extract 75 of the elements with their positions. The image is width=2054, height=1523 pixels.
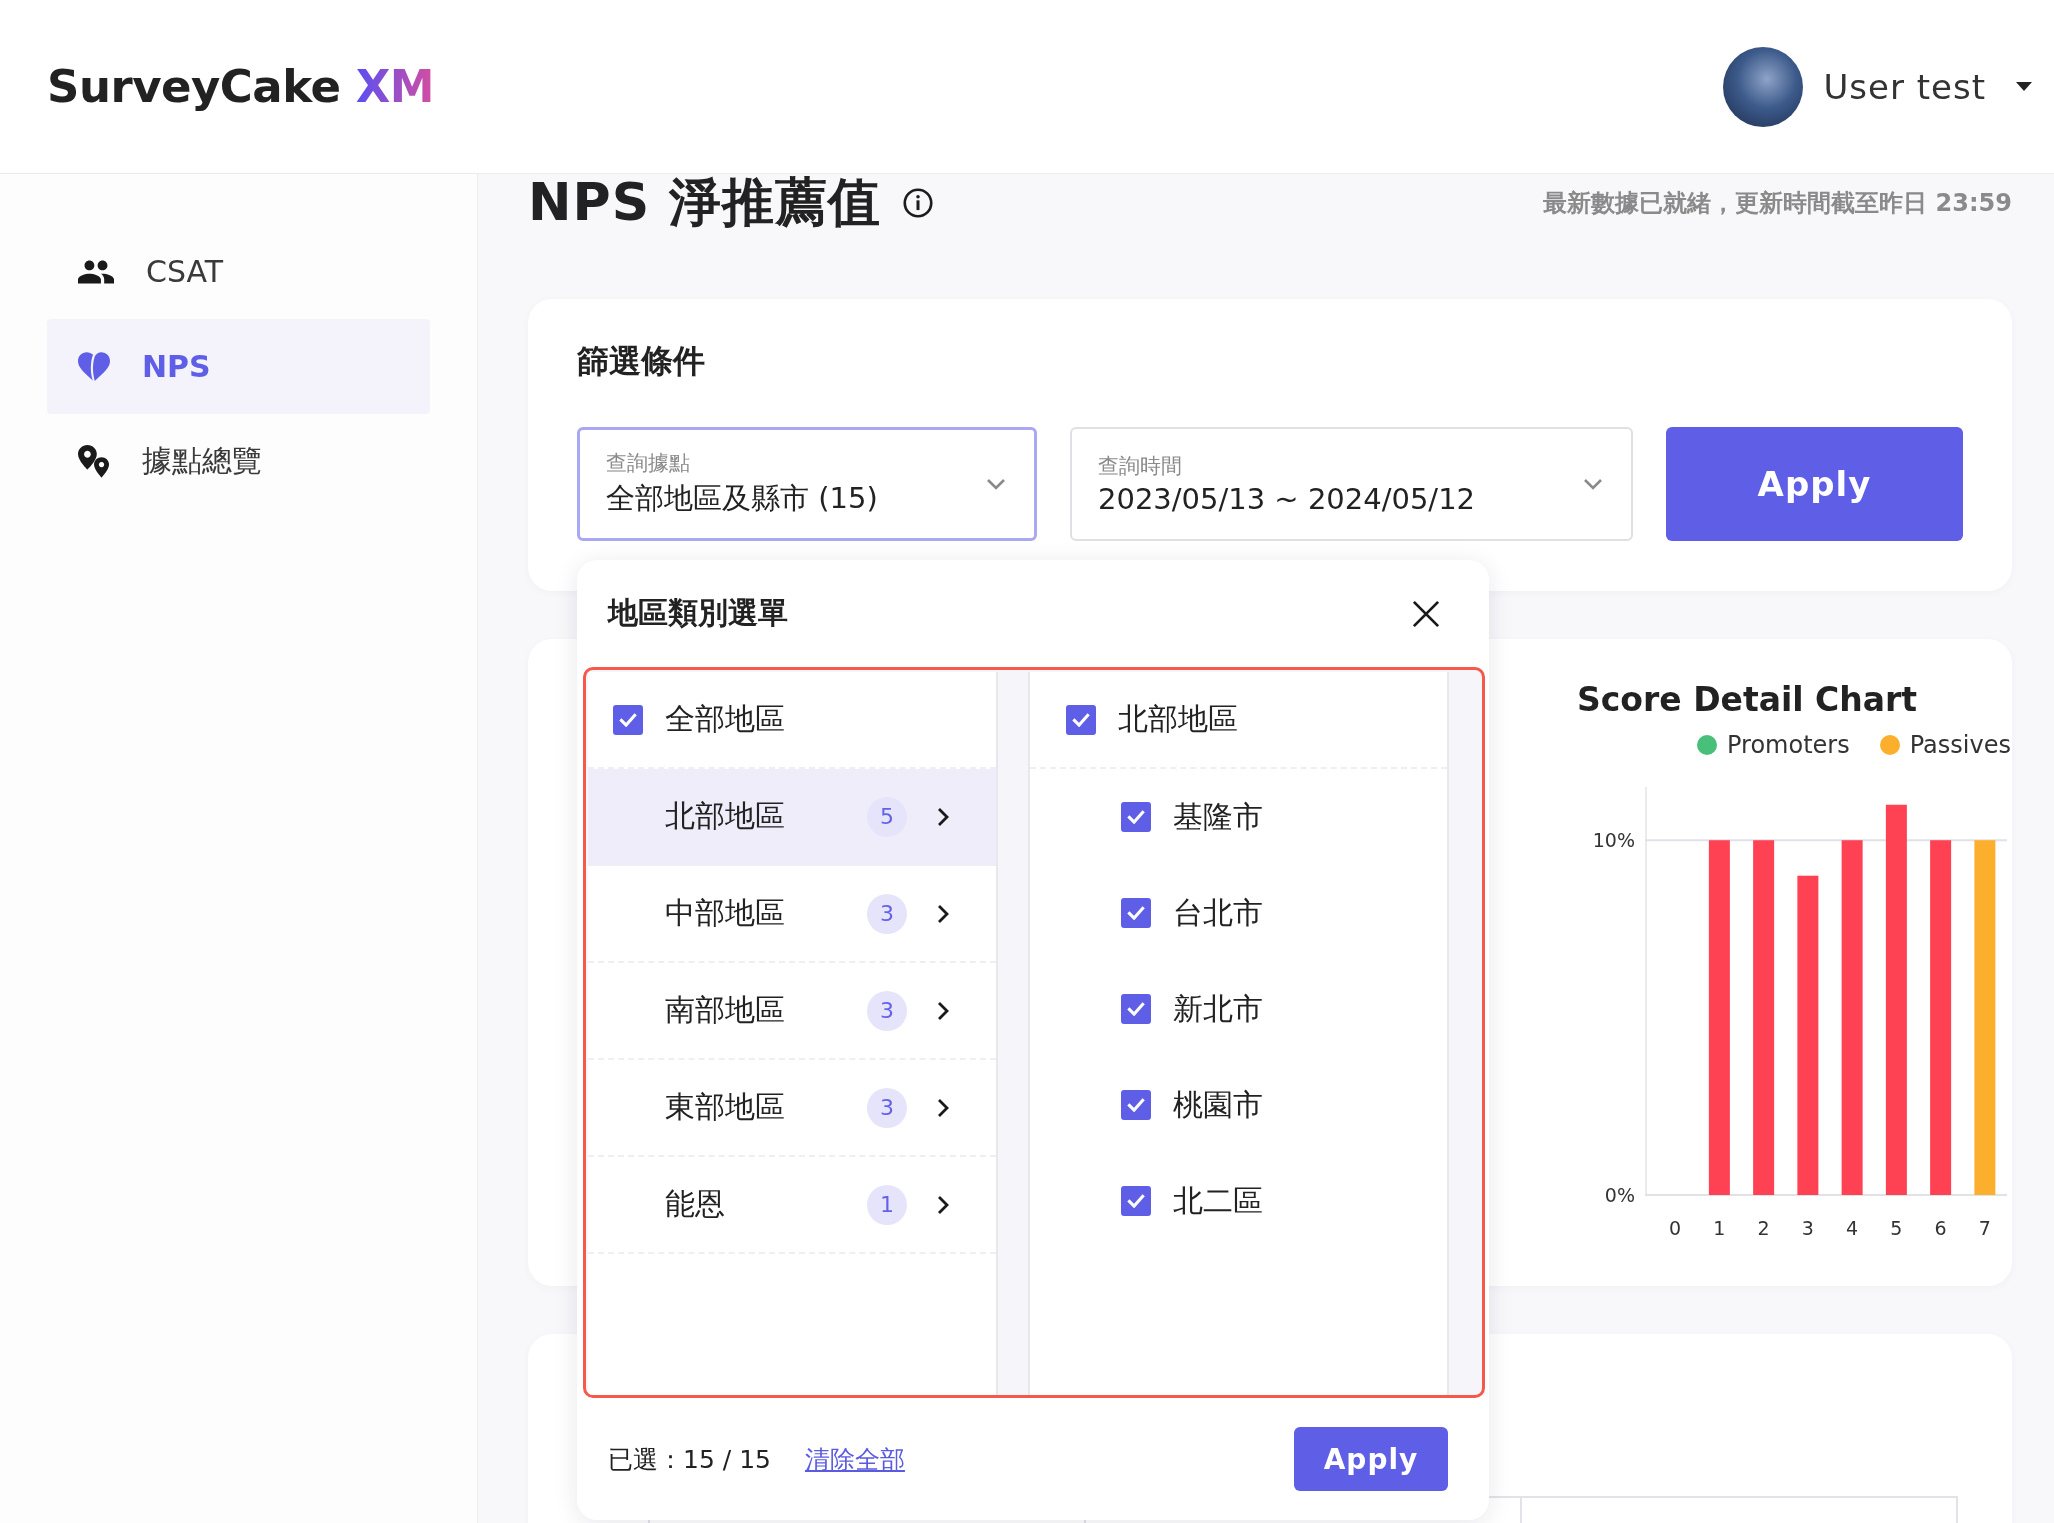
region-group-item[interactable]: 中部地區 3 <box>588 866 996 963</box>
checkbox-label: 基隆市 <box>1173 797 1263 836</box>
count-badge: 1 <box>867 1184 907 1225</box>
category-label: 3 <box>1801 1217 1814 1239</box>
chevron-down-icon <box>1583 478 1603 490</box>
page-title: NPS 淨推薦值 <box>528 171 882 234</box>
checkmark-icon <box>1127 810 1145 824</box>
checkbox-label: 新北市 <box>1173 989 1263 1028</box>
heart-icon <box>78 351 110 382</box>
close-icon[interactable] <box>1412 599 1440 628</box>
region-group-item[interactable]: 東部地區 3 <box>588 1060 996 1157</box>
checkbox[interactable] <box>613 704 643 735</box>
category-label: 6 <box>1934 1217 1947 1239</box>
chevron-down-icon <box>986 478 1006 490</box>
dropdown-field[interactable]: 查詢時間 2023/05/13 ~ 2024/05/12 <box>1070 427 1633 541</box>
apply-button[interactable]: Apply <box>1294 1427 1448 1491</box>
chevron-right-icon <box>937 806 949 827</box>
map-pins-icon <box>78 445 110 478</box>
checkmark-icon <box>619 712 637 727</box>
tick-label: 0% <box>1604 1184 1635 1206</box>
checkbox[interactable] <box>1121 898 1151 928</box>
update-status-text: 最新數據已就緒，更新時間截至昨日 23:59 <box>1543 188 2012 219</box>
user-menu-button[interactable]: User test <box>1823 66 2032 107</box>
category-label: 2 <box>1757 1217 1770 1239</box>
dropdown-field[interactable]: 查詢據點 全部地區及縣市 (15) <box>577 427 1037 541</box>
chevron-right-icon <box>937 1097 949 1118</box>
info-icon[interactable] <box>903 188 934 218</box>
selection-count: 已選：15 / 15 <box>608 1443 771 1476</box>
menu-title: 地區類別選單 <box>608 594 788 632</box>
sidebar-item[interactable]: 據點總覽 <box>47 414 430 509</box>
count-badge: 5 <box>867 796 907 837</box>
field-label: 查詢時間 <box>1098 453 1182 480</box>
category-label: 7 <box>1978 1217 1991 1239</box>
count-badge: 3 <box>867 1087 907 1128</box>
checkmark-icon <box>1127 1098 1145 1112</box>
region-group-item[interactable]: 北部地區 5 <box>588 769 996 866</box>
tick-label: 10% <box>1592 829 1635 852</box>
checkmark-icon <box>1127 1002 1145 1016</box>
filter-title: 篩選條件 <box>577 341 705 382</box>
checkbox[interactable] <box>1121 802 1151 832</box>
chevron-right-icon <box>937 1000 949 1021</box>
field-value: 全部地區及縣市 (15) <box>606 480 878 517</box>
checkbox-label: 全部地區 <box>665 700 785 738</box>
checkmark-icon <box>1127 1194 1145 1208</box>
caret-icon <box>2016 82 2032 91</box>
category-label: 4 <box>1846 1217 1859 1239</box>
checkbox[interactable] <box>1121 994 1151 1024</box>
chevron-right-icon <box>937 903 949 924</box>
checkbox-label: 北二區 <box>1173 1181 1263 1220</box>
count-badge: 3 <box>867 990 907 1031</box>
clear-all-link[interactable]: 清除全部 <box>804 1442 905 1476</box>
checkbox[interactable] <box>1121 1186 1151 1216</box>
count-badge: 3 <box>867 893 907 934</box>
chevron-right-icon <box>937 1194 949 1215</box>
checkbox-label: 台北市 <box>1173 893 1263 932</box>
checkbox[interactable] <box>1121 1090 1151 1120</box>
apply-button[interactable]: Apply <box>1666 427 1963 541</box>
chart-title: Score Detail Chart <box>1577 679 1918 721</box>
checkmark-icon <box>1072 712 1090 727</box>
field-label: 查詢據點 <box>606 450 690 477</box>
logo[interactable]: SurveyCake XM <box>47 60 435 113</box>
checkbox-label: 桃園市 <box>1173 1085 1263 1124</box>
legend-label: Promoters <box>1727 731 1850 759</box>
category-label: 5 <box>1890 1217 1903 1239</box>
region-group-item[interactable]: 南部地區 3 <box>588 963 996 1060</box>
field-value: 2023/05/13 ~ 2024/05/12 <box>1098 482 1476 516</box>
category-label: 0 <box>1669 1217 1682 1239</box>
checkbox-label: 北部地區 <box>1118 700 1238 738</box>
checkmark-icon <box>1127 906 1145 920</box>
category-label: 1 <box>1713 1217 1726 1239</box>
legend-label: Passives <box>1909 731 2011 759</box>
checkbox[interactable] <box>1066 704 1096 735</box>
sidebar-item[interactable]: NPS <box>47 319 430 414</box>
region-group-item[interactable]: 能恩 1 <box>588 1157 996 1254</box>
sidebar-item[interactable]: CSAT <box>47 224 430 319</box>
